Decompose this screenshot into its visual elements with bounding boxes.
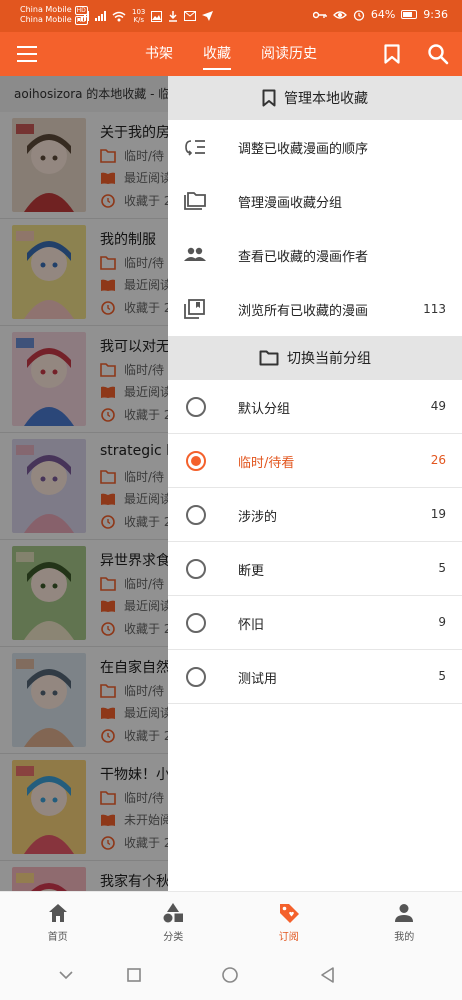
group-row[interactable]: 临时/待看 26 xyxy=(168,434,462,488)
folder-icon xyxy=(259,350,279,366)
radio-unselected-icon[interactable] xyxy=(186,505,206,525)
radio-unselected-icon[interactable] xyxy=(186,559,206,579)
group-label: 测试用 xyxy=(238,672,278,687)
mail-icon xyxy=(184,11,197,21)
status-right: 64% 9:36 xyxy=(312,8,448,21)
nav-label: 订阅 xyxy=(278,932,299,943)
group-row[interactable]: 测试用 5 xyxy=(168,650,462,704)
switch-group-header: 切换当前分组 xyxy=(168,336,462,380)
home-circle-icon[interactable] xyxy=(220,965,240,985)
people-icon xyxy=(184,247,206,261)
chevron-down-icon[interactable] xyxy=(56,965,76,985)
bottom-nav: 首页 分类 订阅 我的 xyxy=(0,891,462,951)
tab-favorites[interactable]: 收藏 xyxy=(203,32,231,76)
send-icon xyxy=(202,11,214,21)
tab-bookshelf[interactable]: 书架 xyxy=(145,32,173,76)
carrier-1: China Mobile xyxy=(20,5,72,14)
nav-home[interactable]: 首页 xyxy=(0,892,116,951)
group-row[interactable]: 断更 5 xyxy=(168,542,462,596)
library-icon xyxy=(184,299,205,319)
battery-percent: 64% xyxy=(370,8,396,21)
system-nav xyxy=(0,951,462,1000)
nav-label: 我的 xyxy=(394,932,415,943)
folders-icon xyxy=(184,192,206,210)
person-icon xyxy=(395,904,414,922)
radio-selected-icon[interactable] xyxy=(186,451,206,471)
nav-label: 首页 xyxy=(47,932,68,943)
key-icon xyxy=(312,11,327,18)
group-count: 5 xyxy=(438,669,446,683)
alarm-icon xyxy=(353,9,364,21)
nav-subscription[interactable]: 订阅 xyxy=(231,892,347,951)
group-count: 5 xyxy=(438,561,446,575)
net-speed: 103 K/s xyxy=(132,8,145,24)
action-reorder[interactable]: 调整已收藏漫画的顺序 xyxy=(168,120,462,174)
net-speed-value: 103 xyxy=(132,8,146,16)
home-icon xyxy=(48,904,67,922)
action-label: 浏览所有已收藏的漫画 xyxy=(238,303,369,319)
net-speed-unit: K/s xyxy=(133,16,144,24)
action-manage-groups[interactable]: 管理漫画收藏分组 xyxy=(168,174,462,228)
signal-icon xyxy=(78,11,89,21)
search-icon[interactable] xyxy=(427,43,449,65)
favorites-drawer: 管理本地收藏 调整已收藏漫画的顺序 管理漫画收藏分组 查看已收藏的漫画作者 浏览… xyxy=(168,76,462,891)
group-row[interactable]: 怀旧 9 xyxy=(168,596,462,650)
group-row[interactable]: 涉涉的 19 xyxy=(168,488,462,542)
signal-cluster: 103 K/s xyxy=(78,8,214,24)
group-label: 断更 xyxy=(238,564,265,579)
group-label: 涉涉的 xyxy=(238,510,278,525)
radio-unselected-icon[interactable] xyxy=(186,397,206,417)
group-label: 怀旧 xyxy=(238,618,265,633)
group-label: 临时/待看 xyxy=(238,456,295,471)
bookmark-icon[interactable] xyxy=(384,44,400,64)
group-count: 9 xyxy=(438,615,446,629)
nav-me[interactable]: 我的 xyxy=(347,892,462,951)
manage-header: 管理本地收藏 xyxy=(168,76,462,120)
battery-icon xyxy=(401,10,418,19)
radio-unselected-icon[interactable] xyxy=(186,667,206,687)
radio-unselected-icon[interactable] xyxy=(186,613,206,633)
status-bar: China MobileHD China MobileHD 103K/s 64%… xyxy=(0,0,462,32)
manage-header-label: 管理本地收藏 xyxy=(284,91,368,107)
action-label: 调整已收藏漫画的顺序 xyxy=(238,141,369,157)
all-favorites-count: 113 xyxy=(423,302,446,316)
image-notification-icon xyxy=(151,10,163,22)
group-label: 默认分组 xyxy=(238,402,291,417)
group-count: 19 xyxy=(430,507,446,521)
action-view-authors[interactable]: 查看已收藏的漫画作者 xyxy=(168,228,462,282)
group-count: 26 xyxy=(430,453,446,467)
back-icon[interactable] xyxy=(318,965,338,985)
action-label: 查看已收藏的漫画作者 xyxy=(238,249,369,265)
group-count: 49 xyxy=(430,399,446,413)
nav-category[interactable]: 分类 xyxy=(116,892,232,951)
switch-group-label: 切换当前分组 xyxy=(287,351,371,367)
clock: 9:36 xyxy=(423,8,448,21)
recents-icon[interactable] xyxy=(124,965,144,985)
action-label: 管理漫画收藏分组 xyxy=(238,195,343,211)
group-row[interactable]: 默认分组 49 xyxy=(168,380,462,434)
category-icon xyxy=(163,903,184,923)
app-bar: 书架 收藏 阅读历史 xyxy=(0,32,462,76)
nav-label: 分类 xyxy=(163,932,184,943)
menu-icon[interactable] xyxy=(17,46,37,62)
wifi-icon xyxy=(112,11,126,21)
top-tabs: 书架 收藏 阅读历史 xyxy=(145,32,317,76)
tab-history[interactable]: 阅读历史 xyxy=(261,32,317,76)
bookmark-icon xyxy=(262,89,276,107)
eye-icon xyxy=(332,10,347,19)
carrier-2: China Mobile xyxy=(20,15,72,24)
reorder-icon xyxy=(185,140,205,156)
tag-icon xyxy=(279,904,299,923)
signal-icon xyxy=(95,11,106,21)
action-browse-all[interactable]: 浏览所有已收藏的漫画 113 xyxy=(168,282,462,336)
download-icon xyxy=(169,10,178,22)
